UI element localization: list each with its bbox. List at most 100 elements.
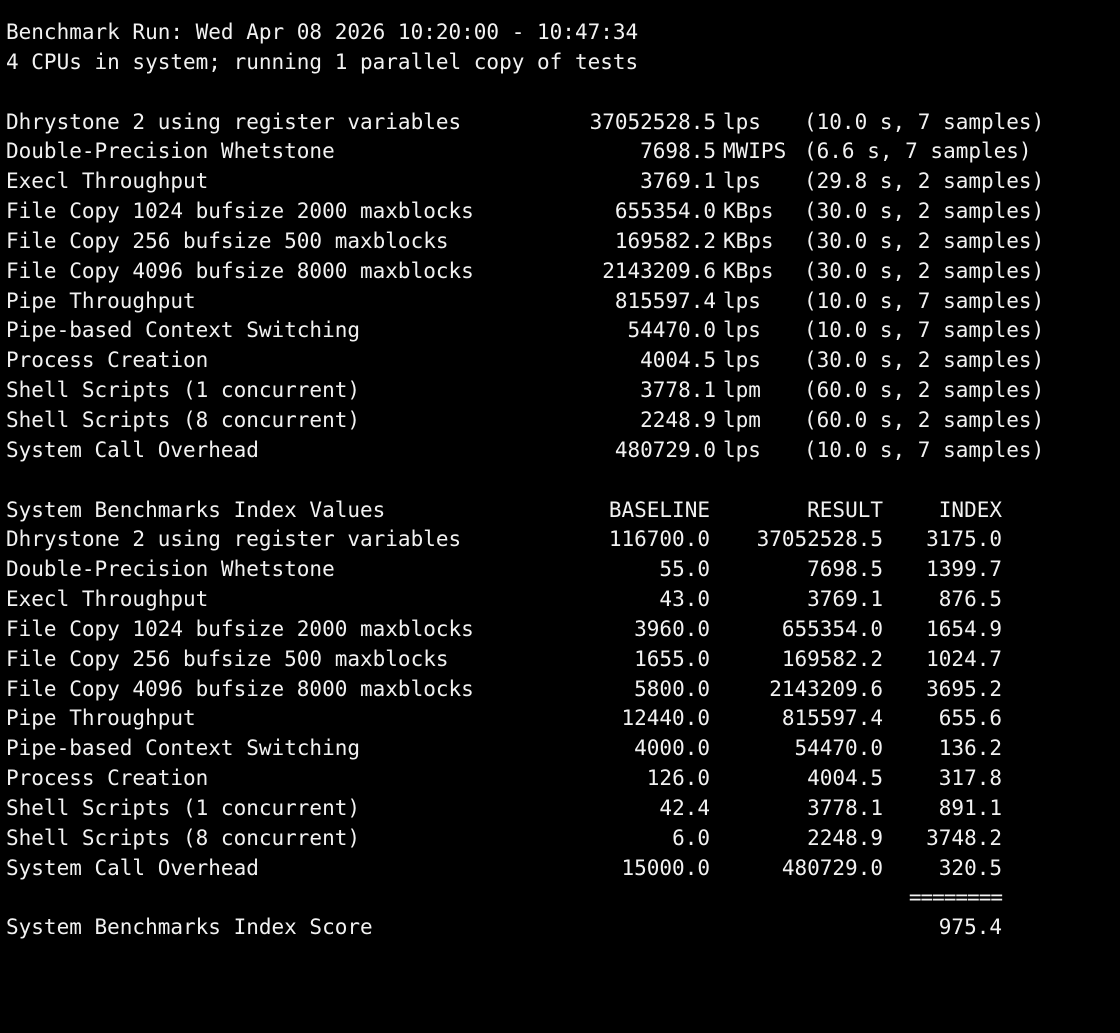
index-baseline: 55.0 [659,557,710,582]
index-value: 1654.9 [926,616,1002,641]
result-unit: MWIPS [723,139,787,164]
index-result: 815597.4 [781,706,883,731]
index-name: File Copy 1024 bufsize 2000 maxblocks [6,616,474,641]
index-name: Shell Scripts (8 concurrent) [6,825,361,850]
result-value: 54470.0 [627,318,716,343]
result-row: Dhrystone 2 using register variables 3705… [6,108,1116,138]
result-detail: (10.0 s, 7 samples) [804,288,1045,313]
index-result: 2143209.6 [769,676,883,701]
index-value: 317.8 [938,766,1002,791]
result-detail: (10.0 s, 7 samples) [804,318,1045,343]
index-value: 1024.7 [926,646,1002,671]
result-row: File Copy 1024 bufsize 2000 maxblocks 655… [6,197,1116,227]
result-unit: lpm [723,378,761,403]
index-table-title: System Benchmarks Index Values [6,497,386,522]
index-value: 136.2 [938,736,1002,761]
result-detail: (6.6 s, 7 samples) [804,139,1032,164]
result-name: Process Creation [6,348,209,373]
run-header-line: Benchmark Run: Wed Apr 08 2026 10:20:00 … [6,18,1116,48]
results-list: Dhrystone 2 using register variables 3705… [6,108,1116,466]
baseline-column-header: BASELINE [608,497,710,522]
index-name: File Copy 256 bufsize 500 maxblocks [6,646,449,671]
index-row: Shell Scripts (8 concurrent) 6.0 2248.9 374… [6,824,1116,854]
index-result: 2248.9 [807,825,883,850]
result-row: Double-Precision Whetstone 7698.5 MWIPS (6.… [6,137,1116,167]
index-baseline: 12440.0 [621,706,710,731]
result-unit: KBps [723,228,774,253]
index-row: File Copy 256 bufsize 500 maxblocks 1655.… [6,645,1116,675]
index-value: 891.1 [938,795,1002,820]
index-name: Pipe Throughput [6,706,196,731]
result-row: File Copy 4096 bufsize 8000 maxblocks 214… [6,257,1116,287]
index-name: System Call Overhead [6,855,259,880]
index-row: Process Creation 126.0 4004.5 317.8 [6,764,1116,794]
index-baseline: 126.0 [646,766,710,791]
index-value: 3175.0 [926,527,1002,552]
result-name: File Copy 1024 bufsize 2000 maxblocks [6,199,474,224]
result-detail: (30.0 s, 2 samples) [804,258,1045,283]
result-name: Dhrystone 2 using register variables [6,109,462,134]
result-row: Pipe-based Context Switching 54470.0 lps (1… [6,316,1116,346]
result-name: Double-Precision Whetstone [6,139,335,164]
index-name: Dhrystone 2 using register variables [6,527,462,552]
index-value: 1399.7 [926,557,1002,582]
index-row: File Copy 4096 bufsize 8000 maxblocks 580… [6,675,1116,705]
index-result: 54470.0 [794,736,883,761]
index-name: Execl Throughput [6,587,209,612]
result-name: Pipe-based Context Switching [6,318,361,343]
index-result: 37052528.5 [756,527,883,552]
index-table-rows: Dhrystone 2 using register variables 1167… [6,525,1116,883]
result-unit: lps [723,288,761,313]
result-row: Process Creation 4004.5 lps (30.0 s, 2 samp… [6,346,1116,376]
index-row: Shell Scripts (1 concurrent) 42.4 3778.1 89… [6,794,1116,824]
result-value: 480729.0 [614,437,716,462]
result-value: 815597.4 [614,288,716,313]
result-value: 169582.2 [614,228,716,253]
result-row: File Copy 256 bufsize 500 maxblocks 16958… [6,227,1116,257]
result-row: Shell Scripts (8 concurrent) 2248.9 lpm (60… [6,406,1116,436]
index-baseline: 43.0 [659,587,710,612]
cpu-info-line: 4 CPUs in system; running 1 parallel cop… [6,48,1116,78]
index-row: Double-Precision Whetstone 55.0 7698.5 1399… [6,555,1116,585]
index-result: 3769.1 [807,587,883,612]
result-unit: KBps [723,199,774,224]
result-detail: (29.8 s, 2 samples) [804,169,1045,194]
index-baseline: 15000.0 [621,855,710,880]
index-name: Double-Precision Whetstone [6,557,335,582]
result-name: Shell Scripts (1 concurrent) [6,378,361,403]
result-name: Shell Scripts (8 concurrent) [6,407,361,432]
result-row: Shell Scripts (1 concurrent) 3778.1 lpm (60… [6,376,1116,406]
score-separator: ======== [908,885,1003,910]
index-result: 4004.5 [807,766,883,791]
result-name: File Copy 4096 bufsize 8000 maxblocks [6,258,474,283]
index-result: 480729.0 [781,855,883,880]
result-column-header: RESULT [807,497,883,522]
index-baseline: 116700.0 [608,527,710,552]
result-unit: KBps [723,258,774,283]
index-result: 169582.2 [781,646,883,671]
result-row: System Call Overhead 480729.0 lps (10.0 s, … [6,436,1116,466]
index-row: Pipe-based Context Switching 4000.0 54470.… [6,734,1116,764]
index-row: File Copy 1024 bufsize 2000 maxblocks 396… [6,615,1116,645]
score-label: System Benchmarks Index Score [6,915,373,940]
index-table-header: System Benchmarks Index Values BASELINE … [6,496,1116,526]
index-baseline: 6.0 [672,825,710,850]
index-name: Shell Scripts (1 concurrent) [6,795,361,820]
result-unit: lps [723,109,761,134]
result-row: Pipe Throughput 815597.4 lps (10.0 s, 7 sam… [6,287,1116,317]
index-baseline: 42.4 [659,795,710,820]
result-value: 2248.9 [640,407,716,432]
result-row: Execl Throughput 3769.1 lps (29.8 s, 2 samp… [6,167,1116,197]
index-row: Execl Throughput 43.0 3769.1 876.5 [6,585,1116,615]
result-unit: lps [723,169,761,194]
index-result: 7698.5 [807,557,883,582]
result-detail: (10.0 s, 7 samples) [804,437,1045,462]
result-value: 7698.5 [640,139,716,164]
index-value: 655.6 [938,706,1002,731]
score-value: 975.4 [938,915,1002,940]
result-detail: (60.0 s, 2 samples) [804,378,1045,403]
index-name: File Copy 4096 bufsize 8000 maxblocks [6,676,474,701]
index-row: Pipe Throughput 12440.0 815597.4 655.6 [6,704,1116,734]
